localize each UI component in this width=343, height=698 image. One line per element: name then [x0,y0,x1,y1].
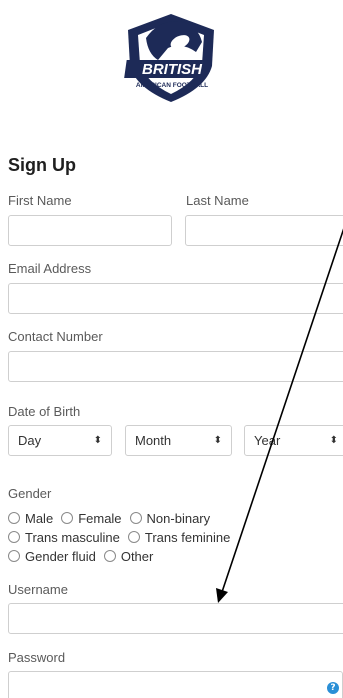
contact-number-label: Contact Number [8,329,103,344]
logo-line2: AMERICAN FOOTBALL [136,82,208,89]
username-label: Username [8,582,68,597]
question-circle-icon[interactable]: ? [327,682,339,694]
dob-label: Date of Birth [8,404,81,419]
contact-number-field[interactable] [8,351,343,382]
dob-day-value: Day [18,433,42,448]
gender-option-non-binary[interactable]: Non-binary [129,510,211,526]
gender-option-trans-masculine[interactable]: Trans masculine [8,530,120,545]
gender-option-female[interactable]: Female [61,510,122,526]
gender-option-other[interactable]: Other [103,548,154,564]
radio-button[interactable] [61,512,74,524]
radio-button[interactable] [8,512,20,524]
radio-button[interactable] [127,531,140,543]
email-label: Email Address [8,261,92,276]
first-name-field[interactable] [8,215,172,246]
gender-row-3: Gender fluid Other [8,548,161,564]
gender-option-label: Female [78,510,122,526]
last-name-label: Last Name [186,193,249,208]
gender-option-label: Trans masculine [25,529,120,545]
gender-option-label: Male [25,510,54,526]
gender-option-trans-feminine[interactable]: Trans feminine [127,529,231,545]
gender-option-label: Non-binary [146,510,211,526]
password-label: Password [8,650,66,665]
gender-option-label: Trans feminine [144,529,231,545]
gender-option-male[interactable]: Male [8,511,53,526]
gender-option-label: Other [120,548,154,564]
updown-caret-icon: ⬍ [93,435,102,446]
dob-month-value: Month [135,433,172,448]
radio-button[interactable] [8,531,20,543]
password-field[interactable]: ? [8,671,343,698]
radio-button[interactable] [129,512,142,524]
first-name-label: First Name [8,193,72,208]
page-title: Sign Up [8,155,76,175]
dob-year-value: Year [254,433,281,448]
username-field[interactable] [8,603,343,634]
dob-day-select[interactable]: Day ⬍ [8,425,112,456]
gender-row-2: Trans masculine Trans feminine [8,529,238,545]
gender-option-gender-fluid[interactable]: Gender fluid [8,549,96,564]
radio-button[interactable] [103,550,116,562]
gender-label: Gender [8,486,52,501]
gender-option-label: Gender fluid [25,548,96,564]
dob-year-select[interactable]: Year ⬍ [244,425,343,456]
updown-caret-icon: ⬍ [329,435,338,446]
gender-row-1: Male Female Non-binary [8,510,218,526]
dob-month-select[interactable]: Month ⬍ [125,425,232,456]
updown-caret-icon: ⬍ [213,435,222,446]
british-american-football-logo: BRITISH AMERICAN FOOTBALL [124,14,214,102]
radio-button[interactable] [8,550,20,562]
logo-line1: BRITISH [142,61,203,78]
email-field[interactable] [8,283,343,314]
last-name-field[interactable] [185,215,343,246]
